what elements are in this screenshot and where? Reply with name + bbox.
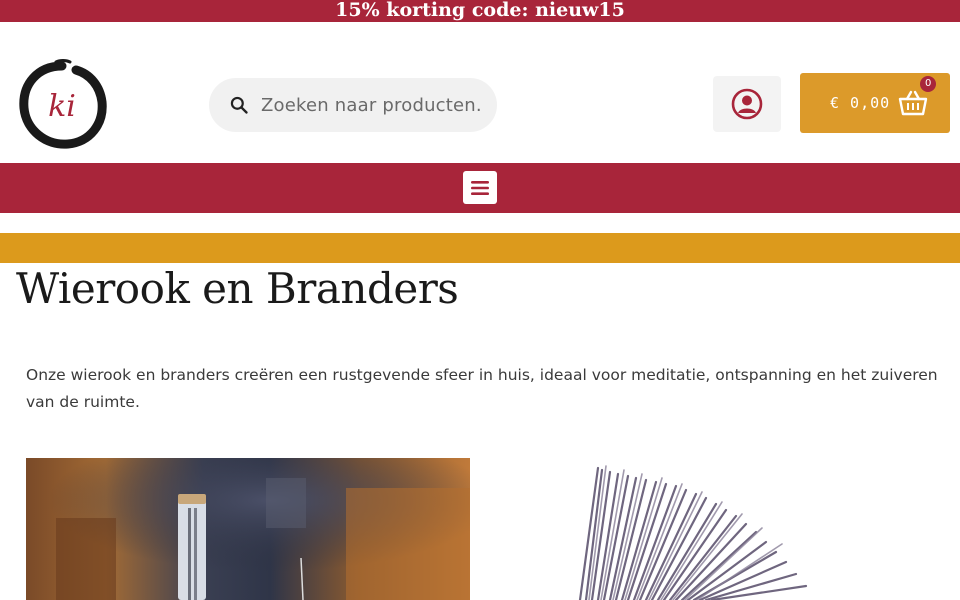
promo-bar: 15% korting code: nieuw15 <box>0 0 960 22</box>
logo-text: ki <box>48 89 76 124</box>
promo-text: 15% korting code: nieuw15 <box>335 0 625 21</box>
page-title: Wierook en Branders <box>16 264 459 313</box>
search-input[interactable] <box>261 94 481 116</box>
account-button[interactable] <box>713 76 781 132</box>
hamburger-menu-icon <box>471 180 489 195</box>
shopping-basket-icon <box>898 90 928 116</box>
cart-button[interactable]: € 0,00 0 <box>800 73 950 133</box>
menu-toggle-button[interactable] <box>463 171 497 204</box>
site-logo[interactable]: ki <box>16 58 108 150</box>
accent-strip <box>0 233 960 263</box>
category-intro: Onze wierook en branders creëren een rus… <box>26 366 938 411</box>
site-header: ki € 0,00 0 <box>0 22 960 163</box>
cart-total: € 0,00 <box>830 94 891 112</box>
enso-logo-icon: ki <box>19 59 107 149</box>
main-nav <box>0 163 960 213</box>
user-circle-icon <box>731 88 763 120</box>
incense-sticks-photo <box>578 465 808 600</box>
search-bar <box>209 78 497 132</box>
incense-tube-photo <box>26 458 470 600</box>
product-image-incense-sticks[interactable] <box>490 458 934 600</box>
cart-count-badge: 0 <box>920 76 937 92</box>
product-image-candle-tube[interactable] <box>26 458 470 600</box>
cart-icon-wrap: 0 <box>898 76 937 116</box>
search-icon[interactable] <box>229 95 249 115</box>
